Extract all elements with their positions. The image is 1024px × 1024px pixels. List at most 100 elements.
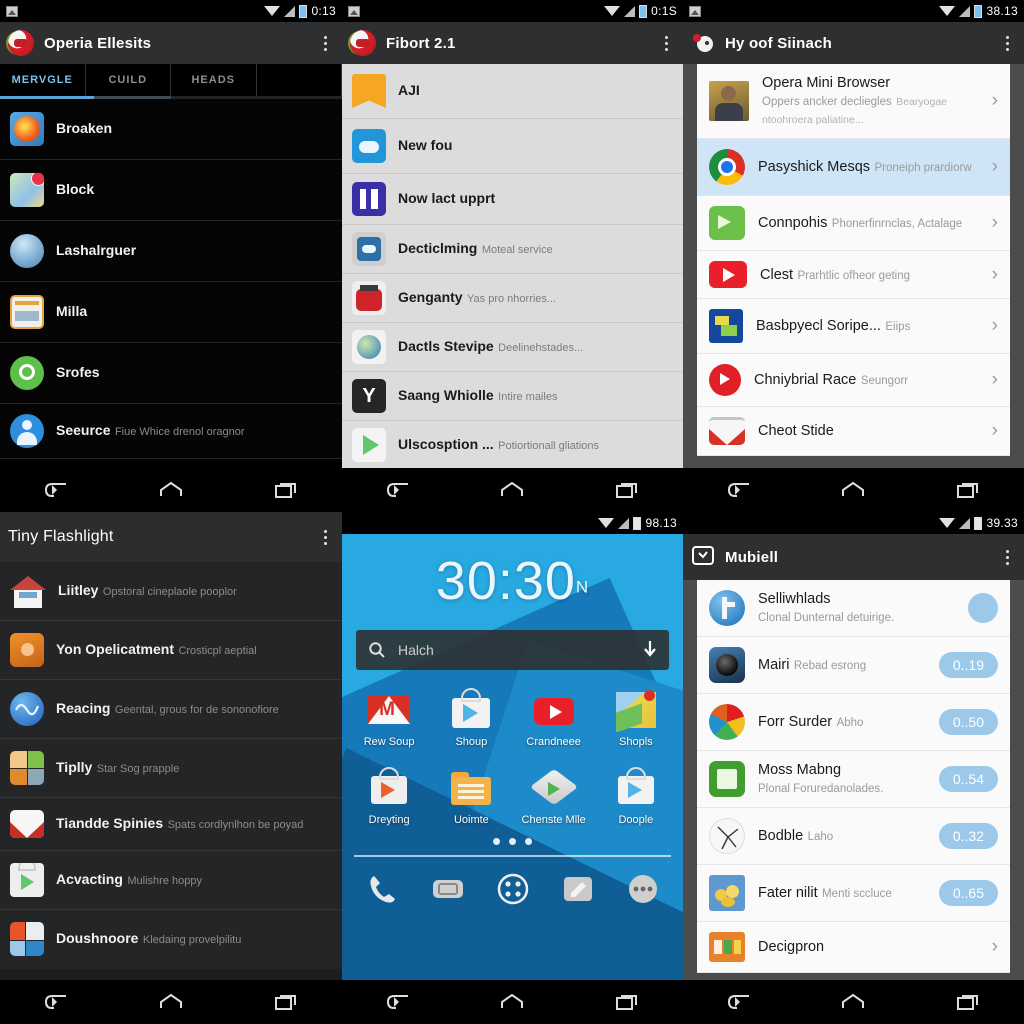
list-item[interactable]: Ulscosption ... Potiortionall gliations bbox=[342, 421, 683, 470]
list-item[interactable]: Broaken bbox=[0, 99, 342, 160]
home-icon[interactable] bbox=[499, 480, 525, 500]
list-item[interactable]: Now lact upprt bbox=[342, 174, 683, 225]
status-badge[interactable]: 0..19 bbox=[938, 652, 998, 678]
list-item[interactable]: Lashalrguer bbox=[0, 221, 342, 282]
home-icon[interactable] bbox=[499, 992, 525, 1012]
home-icon[interactable] bbox=[158, 992, 184, 1012]
back-icon[interactable] bbox=[386, 992, 412, 1012]
list-item[interactable]: Seeurce Fiue Whice drenol oragnor bbox=[0, 404, 342, 459]
recents-icon[interactable] bbox=[272, 480, 298, 500]
list-item[interactable]: Pasyshick Mesqs Proneiph prardiorw › bbox=[697, 139, 1010, 196]
list-item[interactable]: Acvacting Mulishre hoppy bbox=[0, 851, 342, 910]
list-item[interactable]: Fater nilit Menti sccluce 0..65 bbox=[697, 865, 1010, 922]
chevron-right-icon[interactable]: › bbox=[992, 156, 998, 178]
app-shortcut[interactable]: Shoup bbox=[430, 686, 512, 748]
status-badge[interactable]: 0..65 bbox=[938, 880, 998, 906]
list-item[interactable]: Block bbox=[0, 160, 342, 221]
recents-icon[interactable] bbox=[272, 992, 298, 1012]
status-badge[interactable]: 0..32 bbox=[938, 823, 998, 849]
list-item[interactable]: Y Saang Whiolle Intire mailes bbox=[342, 372, 683, 421]
list-item[interactable]: Reacing Geental, grous for de sononofior… bbox=[0, 680, 342, 739]
recents-icon[interactable] bbox=[613, 992, 639, 1012]
phone-icon[interactable] bbox=[363, 869, 403, 909]
list-item-subtitle: Mulishre hoppy bbox=[127, 875, 202, 887]
back-icon[interactable] bbox=[44, 992, 70, 1012]
app-shortcut[interactable]: M Rew Soup bbox=[348, 686, 430, 748]
recents-icon[interactable] bbox=[954, 992, 980, 1012]
app-shortcut[interactable]: Crandneee bbox=[513, 686, 595, 748]
home-icon[interactable] bbox=[158, 480, 184, 500]
list-item-title: Lashalrguer bbox=[56, 242, 137, 258]
list-item[interactable]: Tiplly Star Sog prapple bbox=[0, 739, 342, 798]
chevron-right-icon[interactable]: › bbox=[992, 369, 998, 391]
google-search-bar[interactable]: Halch bbox=[356, 630, 669, 670]
list-item[interactable]: Milla bbox=[0, 282, 342, 343]
all-apps-icon[interactable] bbox=[493, 869, 533, 909]
status-badge[interactable] bbox=[968, 593, 998, 623]
list-item[interactable]: Opera Mini Browser Oppers ancker declieg… bbox=[697, 64, 1010, 139]
status-badge[interactable]: 0..54 bbox=[938, 766, 998, 792]
list-item[interactable]: Liitley Opstoral cineplaole pooplor bbox=[0, 562, 342, 621]
list-item[interactable]: Genganty Yas pro nhorries... bbox=[342, 274, 683, 323]
chevron-right-icon[interactable]: › bbox=[992, 315, 998, 337]
app-label: Chenste Mlle bbox=[521, 814, 586, 826]
list-item[interactable]: Dactls Stevipe Deelinehstades... bbox=[342, 323, 683, 372]
home-icon[interactable] bbox=[840, 480, 866, 500]
status-badge[interactable]: 0..50 bbox=[938, 709, 998, 735]
overflow-menu-button[interactable] bbox=[316, 529, 334, 545]
tab-cuild[interactable]: CUILD bbox=[86, 64, 171, 96]
overflow-menu-button[interactable] bbox=[316, 35, 334, 51]
clock-widget[interactable]: 30:30N bbox=[342, 534, 683, 612]
panel-6-mubiell: 39.33 Mubiell Selliwhlads Clonal Duntern… bbox=[683, 512, 1024, 1024]
list-item[interactable]: Clest Prarhtlic ofheor geting › bbox=[697, 251, 1010, 299]
list-item[interactable]: Cheot Stide › bbox=[697, 407, 1010, 456]
list-item[interactable]: AJI bbox=[342, 64, 683, 119]
list-item[interactable]: Decigpron › bbox=[697, 922, 1010, 973]
list-item[interactable]: Decticlming Moteal service bbox=[342, 225, 683, 274]
chevron-right-icon[interactable]: › bbox=[992, 264, 998, 286]
feedly-icon[interactable] bbox=[558, 869, 598, 909]
tab-extra[interactable] bbox=[257, 64, 342, 96]
messages-icon[interactable] bbox=[428, 869, 468, 909]
back-icon[interactable] bbox=[727, 480, 753, 500]
recents-icon[interactable] bbox=[613, 480, 639, 500]
tab-heads[interactable]: HEADS bbox=[171, 64, 257, 96]
gmail-icon: M bbox=[366, 686, 412, 732]
recents-icon[interactable] bbox=[954, 480, 980, 500]
list-item[interactable]: Bodble Laho 0..32 bbox=[697, 808, 1010, 865]
overflow-menu-button[interactable] bbox=[657, 35, 675, 51]
back-icon[interactable] bbox=[386, 480, 412, 500]
card-scroll-area[interactable]: Opera Mini Browser Oppers ancker declieg… bbox=[683, 64, 1024, 512]
app-shortcut[interactable]: Chenste Mlle bbox=[513, 764, 595, 826]
list-item[interactable]: Basbpyecl Soripe... Eiips › bbox=[697, 299, 1010, 354]
chevron-right-icon[interactable]: › bbox=[992, 936, 998, 958]
chevron-right-icon[interactable]: › bbox=[992, 90, 998, 112]
list-item[interactable]: Selliwhlads Clonal Dunternal detuirige. bbox=[697, 580, 1010, 637]
app-shortcut[interactable]: Shopls bbox=[595, 686, 677, 748]
home-icon[interactable] bbox=[840, 992, 866, 1012]
app-shortcut[interactable]: Uoimte bbox=[430, 764, 512, 826]
card-scroll-area[interactable]: Selliwhlads Clonal Dunternal detuirige. … bbox=[683, 580, 1024, 1024]
list-item-title: Opera Mini Browser bbox=[762, 75, 891, 91]
overflow-menu-button[interactable] bbox=[998, 549, 1016, 565]
voice-download-icon[interactable] bbox=[643, 640, 657, 660]
list-item[interactable]: Connpohis Phonerfinrnclas, Actalage › bbox=[697, 196, 1010, 251]
list-item[interactable]: New fou bbox=[342, 119, 683, 174]
list-item[interactable]: Mairi Rebad esrong 0..19 bbox=[697, 637, 1010, 694]
app-shortcut[interactable]: Dreyting bbox=[348, 764, 430, 826]
app-shortcut[interactable]: Doople bbox=[595, 764, 677, 826]
tab-mervgle[interactable]: MERVGLE bbox=[0, 64, 86, 96]
list-item[interactable]: Chniybrial Race Seungorr › bbox=[697, 354, 1010, 407]
list-item[interactable]: Moss Mabng Plonal Foruredanolades. 0..54 bbox=[697, 751, 1010, 808]
list-item[interactable]: Tiandde Spinies Spats cordlynlhon be poy… bbox=[0, 798, 342, 851]
back-icon[interactable] bbox=[44, 480, 70, 500]
back-icon[interactable] bbox=[727, 992, 753, 1012]
list-item[interactable]: Forr Surder Abho 0..50 bbox=[697, 694, 1010, 751]
more-icon[interactable] bbox=[623, 869, 663, 909]
chevron-right-icon[interactable]: › bbox=[992, 420, 998, 442]
list-item[interactable]: Srofes bbox=[0, 343, 342, 404]
list-item[interactable]: Yon Opelicatment Crosticpl aeptial bbox=[0, 621, 342, 680]
list-item[interactable]: Doushnoore Kledaing provelpilitu bbox=[0, 910, 342, 969]
chevron-right-icon[interactable]: › bbox=[992, 212, 998, 234]
overflow-menu-button[interactable] bbox=[998, 35, 1016, 51]
